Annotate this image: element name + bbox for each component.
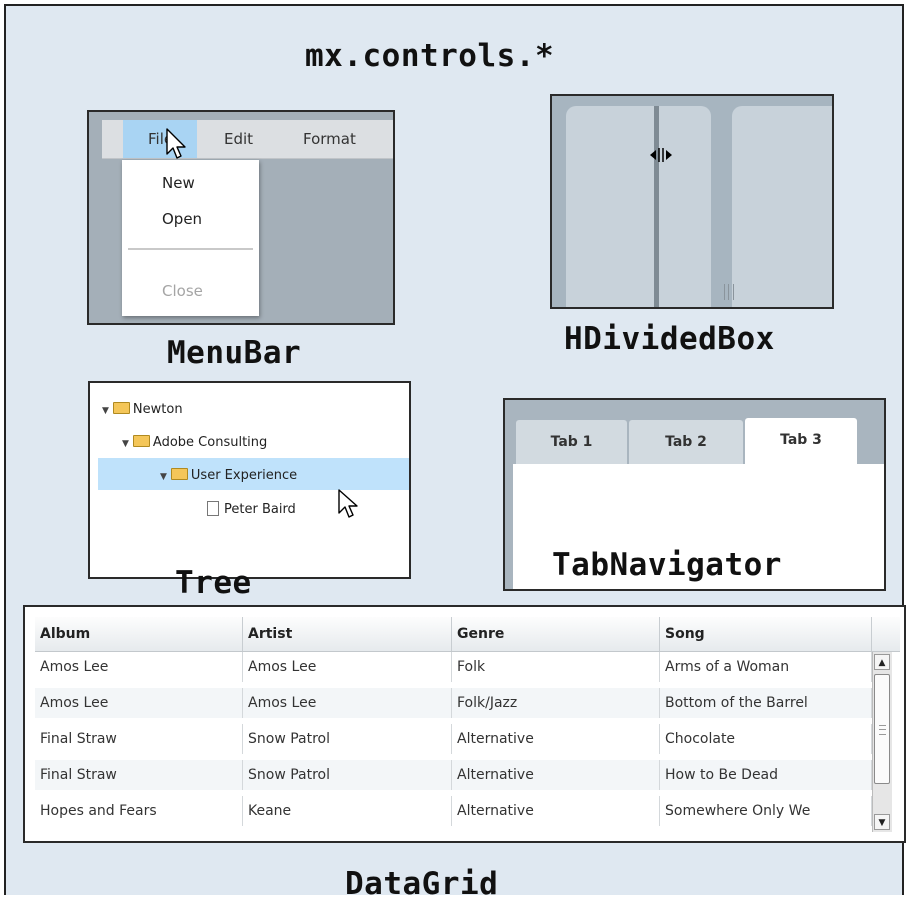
cell-genre: Alternative xyxy=(452,724,660,754)
folder-icon xyxy=(170,468,188,480)
expand-arrow-icon[interactable]: ▼ xyxy=(122,439,129,449)
left-pane xyxy=(566,106,711,307)
datagrid-header: Album Artist Genre Song xyxy=(35,617,900,652)
datagrid-caption: DataGrid xyxy=(345,866,499,902)
cell-song: Somewhere Only We xyxy=(660,796,872,826)
tree-node-adobe-consulting[interactable]: ▼ Adobe Consulting xyxy=(122,435,267,450)
divider-grip[interactable] xyxy=(724,284,734,300)
column-header-album[interactable]: Album xyxy=(35,617,243,651)
divider-bar[interactable] xyxy=(654,106,659,307)
cell-song: Bottom of the Barrel xyxy=(660,688,872,718)
cell-album: Amos Lee xyxy=(35,652,243,682)
scroll-thumb[interactable] xyxy=(874,674,890,784)
cell-artist: Amos Lee xyxy=(243,688,452,718)
cell-genre: Alternative xyxy=(452,796,660,826)
column-header-artist[interactable]: Artist xyxy=(243,617,452,651)
cell-song: Arms of a Woman xyxy=(660,652,872,682)
column-header-song[interactable]: Song xyxy=(660,617,872,651)
page-title: mx.controls.* xyxy=(305,38,555,74)
cell-genre: Alternative xyxy=(452,760,660,790)
vertical-scrollbar[interactable]: ▲ ▼ xyxy=(872,652,892,832)
cell-album: Final Straw xyxy=(35,724,243,754)
cell-genre: Folk/Jazz xyxy=(452,688,660,718)
arrow-cursor-icon xyxy=(166,128,186,159)
thumb-grip-icon xyxy=(879,725,886,735)
table-row[interactable]: Amos Lee Amos Lee Folk/Jazz Bottom of th… xyxy=(35,688,872,718)
resize-cursor-icon xyxy=(650,148,672,162)
tree-demo: ▼ Newton ▼ Adobe Consulting ▼ User Experien… xyxy=(88,381,411,579)
tab-3[interactable]: Tab 3 xyxy=(745,418,857,466)
tab-1[interactable]: Tab 1 xyxy=(516,420,627,464)
right-pane xyxy=(732,106,832,307)
folder-icon xyxy=(112,402,130,414)
hdividedbox-caption: HDividedBox xyxy=(564,321,775,357)
cell-song: Chocolate xyxy=(660,724,872,754)
column-header-genre[interactable]: Genre xyxy=(452,617,660,651)
tree-node-peter-baird[interactable]: Peter Baird xyxy=(207,501,296,517)
menu-format[interactable]: Format xyxy=(303,130,356,148)
arrow-cursor-icon xyxy=(338,489,358,518)
table-row[interactable]: Final Straw Snow Patrol Alternative Choc… xyxy=(35,724,872,754)
table-row[interactable]: Hopes and Fears Keane Alternative Somewh… xyxy=(35,796,872,826)
menu-item-new[interactable]: New xyxy=(162,174,195,192)
cell-album: Final Straw xyxy=(35,760,243,790)
cell-genre: Folk xyxy=(452,652,660,682)
tab-2[interactable]: Tab 2 xyxy=(629,420,743,464)
cell-artist: Snow Patrol xyxy=(243,760,452,790)
table-row[interactable]: Amos Lee Amos Lee Folk Arms of a Woman xyxy=(35,652,872,682)
cell-artist: Keane xyxy=(243,796,452,826)
tree-caption: Tree xyxy=(175,565,252,601)
scroll-up-arrow-icon[interactable]: ▲ xyxy=(874,654,890,670)
cell-artist: Amos Lee xyxy=(243,652,452,682)
cell-album: Hopes and Fears xyxy=(35,796,243,826)
menubar-caption: MenuBar xyxy=(167,335,302,371)
menu-item-open[interactable]: Open xyxy=(162,210,202,228)
cell-album: Amos Lee xyxy=(35,688,243,718)
tree-node-newton[interactable]: ▼ Newton xyxy=(102,402,183,417)
hdividedbox-demo xyxy=(550,94,834,309)
scroll-down-arrow-icon[interactable]: ▼ xyxy=(874,814,890,830)
datagrid-demo: Album Artist Genre Song Amos Lee Amos Le… xyxy=(23,605,906,843)
document-icon xyxy=(207,501,219,516)
cell-artist: Snow Patrol xyxy=(243,724,452,754)
table-row[interactable]: Final Straw Snow Patrol Alternative How … xyxy=(35,760,872,790)
menu-separator xyxy=(128,248,253,250)
menubar-demo: File Edit Format New Open Close xyxy=(87,110,395,325)
folder-icon xyxy=(132,435,150,447)
menu-edit[interactable]: Edit xyxy=(224,130,253,148)
cell-song: How to Be Dead xyxy=(660,760,872,790)
expand-arrow-icon[interactable]: ▼ xyxy=(102,406,109,416)
expand-arrow-icon[interactable]: ▼ xyxy=(160,472,167,482)
menu-item-close[interactable]: Close xyxy=(162,282,203,300)
file-dropdown: New Open Close xyxy=(122,160,259,316)
tree-node-user-experience[interactable]: ▼ User Experience xyxy=(160,468,297,483)
tabnavigator-caption: TabNavigator xyxy=(552,547,782,583)
